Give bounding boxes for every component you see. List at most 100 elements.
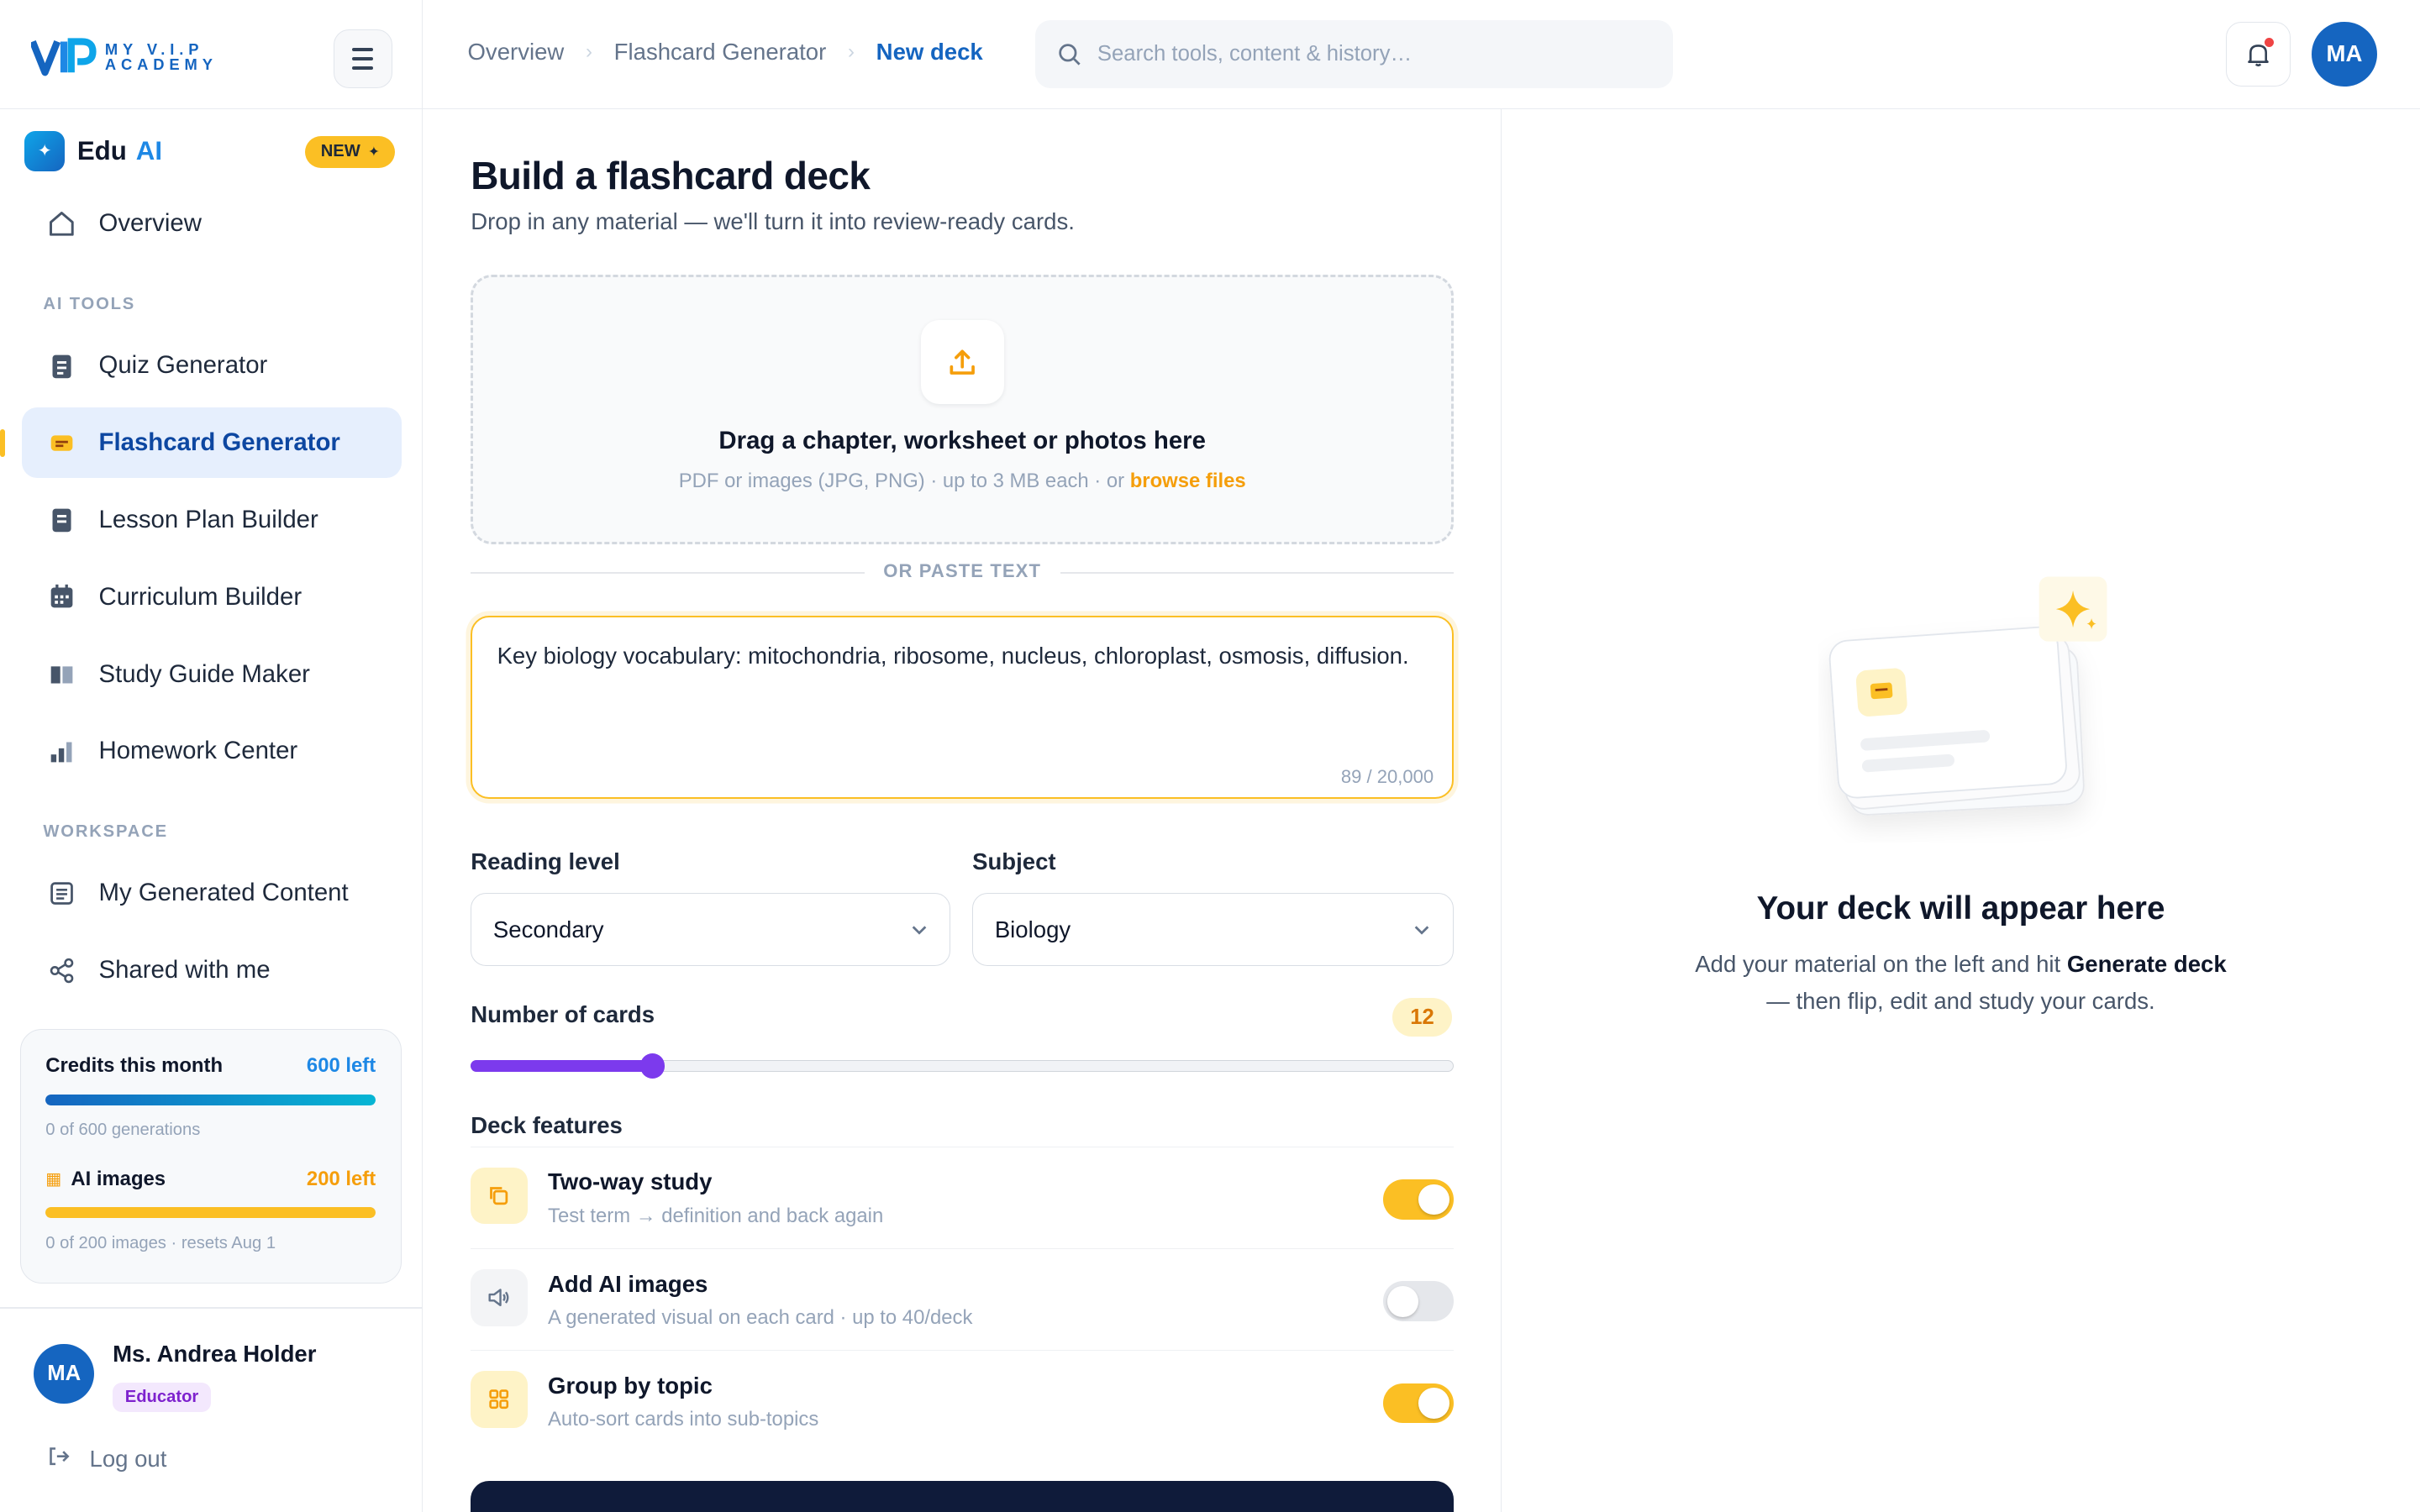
user-avatar[interactable]: MA: [34, 1343, 95, 1404]
slider-fill: [471, 1059, 653, 1073]
section-ai-tools: AI TOOLS: [43, 294, 136, 313]
page-title: Build a flashcard deck: [471, 153, 871, 197]
brand-logo[interactable]: MY V.I.P ACADEMY: [30, 37, 218, 77]
chevron-down-icon: [1415, 926, 1429, 935]
cards-slider[interactable]: [471, 1053, 1455, 1079]
notifications-button[interactable]: [2225, 21, 2291, 87]
images-header: ▦ AI images 200 left: [45, 1168, 376, 1191]
nav-homework-center[interactable]: Homework Center: [22, 716, 402, 786]
section-workspace: WORKSPACE: [43, 822, 168, 841]
feature-add-ai-images: Add AI images A generated visual on each…: [471, 1247, 1455, 1350]
menu-toggle-button[interactable]: [333, 29, 392, 88]
nav-lesson-plan-builder[interactable]: Lesson Plan Builder: [22, 485, 402, 555]
credits-generations: 0 of 600 generations: [45, 1121, 201, 1140]
logout-icon: [46, 1444, 71, 1474]
preview-sub-post: — then flip, edit and study your cards.: [1766, 987, 2155, 1014]
edu-ai-label: AI: [135, 135, 163, 165]
credits-header: Credits this month 600 left: [45, 1054, 376, 1078]
number-of-cards-label: Number of cards: [471, 1001, 655, 1027]
chevron-right-icon: ›: [586, 39, 592, 63]
user-name: Ms. Andrea Holder: [113, 1341, 317, 1368]
browse-files-link[interactable]: browse files: [1130, 470, 1246, 492]
document-icon: [46, 878, 77, 909]
subject-value: Biology: [994, 916, 1071, 942]
or-paste-label: OR PASTE TEXT: [883, 559, 1042, 581]
image-grid-icon: ▦: [45, 1170, 62, 1189]
account-avatar[interactable]: MA: [2312, 21, 2377, 87]
nav-curriculum-builder[interactable]: Curriculum Builder: [22, 562, 402, 633]
nav-study-guide-maker-label: Study Guide Maker: [98, 659, 310, 688]
upload-dropzone[interactable]: Drag a chapter, worksheet or photos here…: [471, 274, 1455, 545]
credits-progress-bar: [45, 1095, 376, 1106]
nav-my-generated-content-label: My Generated Content: [98, 879, 349, 907]
breadcrumb-flashcard-generator[interactable]: Flashcard Generator: [614, 39, 827, 66]
group-by-topic-toggle[interactable]: [1382, 1383, 1455, 1424]
breadcrumb-overview[interactable]: Overview: [468, 39, 565, 66]
nav-my-generated-content[interactable]: My Generated Content: [22, 858, 402, 928]
images-title: AI images: [71, 1167, 166, 1190]
reading-level-select[interactable]: Secondary: [471, 893, 951, 966]
edu-ai-header[interactable]: ✦ Edu AI NEW ✦: [24, 131, 401, 171]
char-count: 89 / 20,000: [1340, 766, 1434, 788]
nav-shared-with-me[interactable]: Shared with me: [22, 935, 402, 1005]
brand-text: MY V.I.P ACADEMY: [105, 41, 218, 73]
breadcrumb: Overview › Flashcard Generator › New dec…: [468, 39, 983, 66]
add-ai-images-toggle[interactable]: [1382, 1281, 1455, 1322]
credits-left: 600 left: [306, 1054, 376, 1078]
nav-homework-center-label: Homework Center: [98, 737, 298, 765]
reading-level-value: Secondary: [492, 916, 604, 942]
feature-title: Group by topic: [548, 1372, 713, 1399]
search-bar[interactable]: [1035, 19, 1673, 88]
nav-flashcard-generator[interactable]: Flashcard Generator: [0, 407, 402, 479]
two-way-study-toggle[interactable]: [1382, 1179, 1455, 1220]
edu-ai-title: Edu AI: [77, 136, 162, 166]
search-input[interactable]: [1097, 41, 1623, 66]
feature-subtitle: Auto-sort cards into sub-topics: [548, 1408, 819, 1431]
preview-subtitle: Add your material on the left and hit Ge…: [1695, 946, 2228, 1020]
nav-lesson-plan-builder-label: Lesson Plan Builder: [98, 505, 318, 533]
dropzone-title: Drag a chapter, worksheet or photos here: [718, 427, 1206, 455]
credits-title: Credits this month: [45, 1054, 224, 1078]
dropzone-hint: PDF or images (JPG, PNG) · up to 3 MB ea…: [678, 470, 1130, 493]
new-badge-label: NEW: [320, 142, 360, 161]
nav-quiz-generator[interactable]: Quiz Generator: [22, 330, 402, 401]
or-divider: OR PASTE TEXT: [471, 557, 1455, 588]
paste-text-area[interactable]: 89 / 20,000: [471, 615, 1455, 800]
nav-curriculum-builder-label: Curriculum Builder: [98, 582, 302, 611]
images-sub: 0 of 200 images · resets Aug 1: [45, 1233, 276, 1252]
breadcrumb-new-deck: New deck: [876, 38, 983, 65]
nav-overview[interactable]: Overview: [22, 188, 402, 259]
slider-thumb[interactable]: [639, 1053, 666, 1079]
calendar-icon: [46, 581, 77, 612]
nav-study-guide-maker[interactable]: Study Guide Maker: [22, 638, 402, 709]
subject-select[interactable]: Biology: [972, 893, 1455, 966]
feature-two-way-study: Two-way study Test term → definition and…: [471, 1146, 1455, 1248]
chevron-right-icon: ›: [848, 39, 855, 63]
copy-icon: [471, 1167, 529, 1225]
generate-deck-button[interactable]: [471, 1481, 1455, 1512]
sparkle-small-icon: ✦: [367, 143, 380, 160]
user-role-badge: Educator: [113, 1382, 211, 1412]
preview-sub-pre: Add your material on the left and hit: [1695, 950, 2067, 977]
user-divider: [0, 1306, 424, 1309]
logo-row: MY V.I.P ACADEMY: [0, 0, 424, 110]
logout-label: Log out: [89, 1446, 167, 1473]
grid-icon: [471, 1370, 529, 1428]
flashcard-icon: [46, 428, 77, 459]
sparkle-icon: ✦: [24, 131, 66, 171]
lesson-plan-icon: [46, 505, 77, 536]
deck-preview-pane: Your deck will appear here Add your mate…: [1502, 109, 2420, 1512]
source-text-input[interactable]: [497, 638, 1423, 763]
feature-group-by-topic: Group by topic Auto-sort cards into sub-…: [471, 1350, 1455, 1452]
vip-logo-icon: [30, 38, 97, 76]
logout-button[interactable]: Log out: [46, 1444, 166, 1474]
feature-subtitle: A generated visual on each card · up to …: [548, 1305, 973, 1329]
deck-form: Build a flashcard deck Drop in any mater…: [423, 109, 1502, 1512]
preview-title: Your deck will appear here: [1756, 890, 2165, 927]
images-progress-bar: [45, 1207, 376, 1219]
chart-icon: [46, 736, 77, 767]
upload-icon: [920, 320, 1004, 404]
home-icon: [46, 208, 77, 239]
subject-label: Subject: [972, 848, 1056, 875]
search-icon: [1059, 43, 1081, 66]
